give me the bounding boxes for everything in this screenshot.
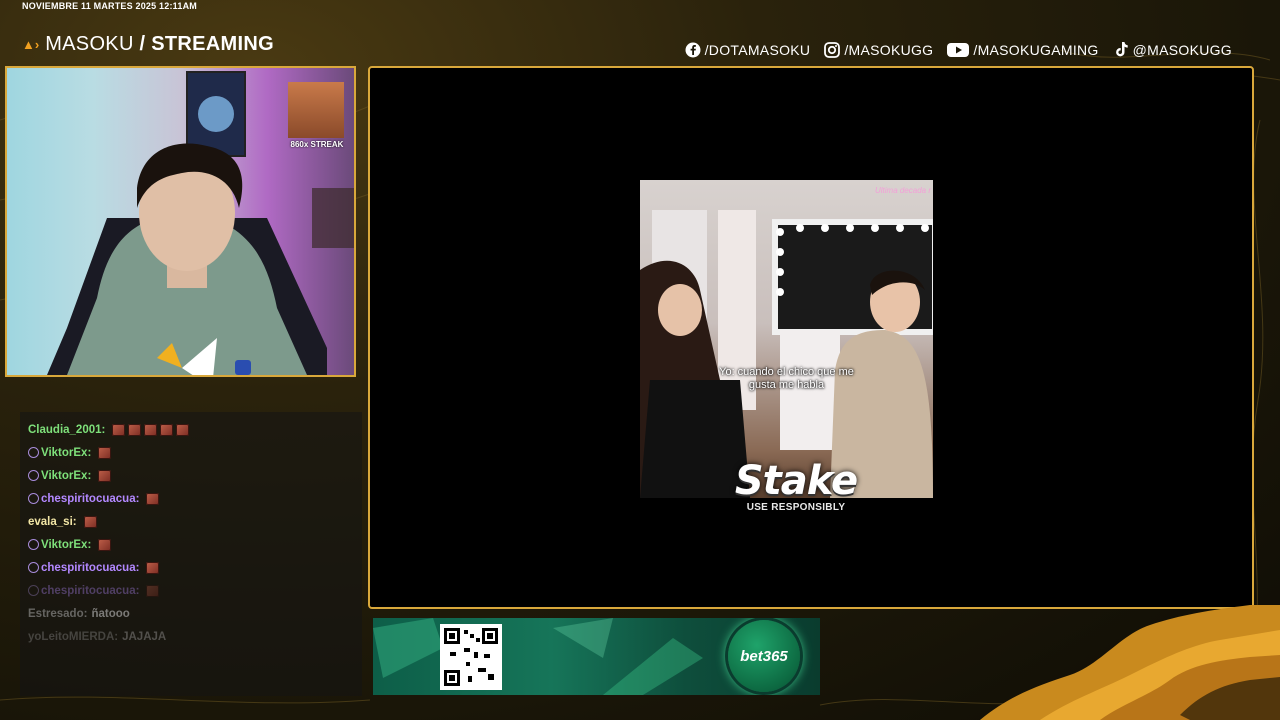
tiktok-icon	[1115, 42, 1128, 57]
chat-emote-icon	[146, 584, 160, 597]
social-instagram-label: /MASOKUGG	[844, 42, 934, 58]
video-overlay-text: Ultima decada r	[874, 186, 931, 195]
qr-code-icon	[444, 628, 498, 686]
chat-message: chespiritocuacua:	[20, 579, 362, 602]
corner-flame-emblem	[980, 605, 1280, 720]
chat-emote-icon	[146, 561, 160, 574]
social-links: /DOTAMASOKU /MASOKUGG /MASOKUGAMING @MAS…	[685, 41, 1232, 59]
facebook-icon	[685, 42, 701, 58]
user-badge-icon	[28, 562, 39, 573]
chevron-arrows-icon: ▲›	[22, 37, 40, 52]
chat-username[interactable]: Estresado:	[28, 608, 87, 620]
chat-message-text: ñatooo	[91, 607, 130, 620]
chat-username[interactable]: yoLeitoMIERDA:	[28, 631, 118, 643]
chat-emote-icon	[98, 538, 112, 551]
chat-message: chespiritocuacua:	[20, 487, 362, 510]
chat-message-text: JAJAJA	[122, 630, 167, 643]
youtube-icon	[947, 43, 970, 57]
embedded-video: Ultima decada r Yo: cuando el chico que …	[640, 180, 933, 498]
streak-emote-image	[288, 82, 344, 138]
stake-sponsor: Stake USE RESPONSIBLY	[726, 458, 866, 513]
chat-username[interactable]: ViktorEx:	[41, 470, 91, 482]
caption-line-2: gusta me habla	[748, 379, 825, 391]
brand-title: ▲› MASOKU / STREAMING	[22, 33, 274, 56]
date-time: NOVIEMBRE 11 MARTES 2025 12:11AM	[22, 1, 197, 11]
chat-emote-icon	[98, 469, 112, 482]
chat-message: Estresado: ñatooo	[20, 602, 362, 625]
brand-name: MASOKU / STREAMING	[45, 33, 274, 56]
chat-message: ViktorEx:	[20, 441, 362, 464]
chat-username[interactable]: chespiritocuacua:	[41, 585, 139, 597]
chat-message: evala_si:	[20, 510, 362, 533]
chat-emote-icon	[146, 492, 160, 505]
video-scene	[640, 210, 933, 498]
social-youtube[interactable]: /MASOKUGAMING	[947, 42, 1098, 58]
video-caption: Yo: cuando el chico que me gusta me habl…	[640, 366, 933, 392]
social-facebook-label: /DOTAMASOKU	[704, 42, 811, 58]
chat-username[interactable]: Claudia_2001:	[28, 424, 105, 436]
social-youtube-label: /MASOKUGAMING	[973, 42, 1099, 58]
brand-suffix: STREAMING	[151, 33, 274, 55]
social-tiktok-label: @MASOKUGG	[1132, 42, 1232, 58]
bet365-logo-text: bet365	[740, 647, 788, 665]
user-badge-icon	[28, 585, 39, 596]
caption-line-1: Yo: cuando el chico que me	[719, 366, 854, 378]
bet365-logo: bet365	[728, 620, 800, 692]
webcam-panel: 860x STREAK	[5, 66, 356, 377]
chat-username[interactable]: ViktorEx:	[41, 539, 91, 551]
brand-prefix: MASOKU	[45, 33, 134, 55]
chat-emote-icon	[176, 423, 190, 436]
chat-emote-icon	[128, 423, 142, 436]
chat-username[interactable]: evala_si:	[28, 516, 77, 528]
user-badge-icon	[28, 447, 39, 458]
chat-username[interactable]: chespiritocuacua:	[41, 562, 139, 574]
brand-separator: /	[139, 33, 146, 55]
chat-message: ViktorEx:	[20, 533, 362, 556]
chat-message: chespiritocuacua:	[20, 556, 362, 579]
chat-panel: Claudia_2001: ViktorEx: ViktorEx: chespirit…	[20, 412, 362, 696]
chat-emote-icon	[98, 446, 112, 459]
instagram-icon	[824, 42, 841, 58]
streak-label: 860x STREAK	[290, 140, 344, 149]
social-tiktok[interactable]: @MASOKUGG	[1113, 41, 1232, 59]
chat-message: yoLeitoMIERDA: JAJAJA	[20, 625, 362, 648]
qr-code[interactable]	[440, 624, 502, 690]
user-badge-icon	[28, 493, 39, 504]
chat-emote-icon	[160, 423, 174, 436]
social-facebook[interactable]: /DOTAMASOKU	[685, 42, 811, 58]
chat-emote-icon	[144, 423, 158, 436]
user-badge-icon	[28, 470, 39, 481]
chat-emote-icon	[112, 423, 126, 436]
stake-tagline: USE RESPONSIBLY	[746, 502, 846, 513]
user-badge-icon	[28, 539, 39, 550]
chat-message: ViktorEx:	[20, 464, 362, 487]
chat-message: Claudia_2001:	[20, 418, 362, 441]
bet365-ad-banner[interactable]: bet365	[373, 618, 820, 695]
social-instagram[interactable]: /MASOKUGG	[824, 42, 933, 58]
chat-emote-icon	[83, 515, 97, 528]
main-video-frame: Ultima decada r Yo: cuando el chico que …	[368, 66, 1254, 609]
chat-username[interactable]: chespiritocuacua:	[41, 493, 139, 505]
stake-logo: Stake	[734, 458, 858, 504]
chat-username[interactable]: ViktorEx:	[41, 447, 91, 459]
